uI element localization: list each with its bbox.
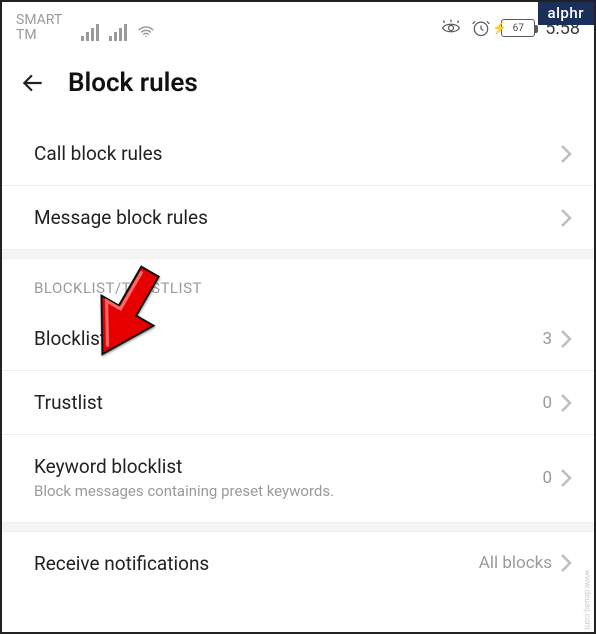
chevron-right-icon: [560, 144, 572, 164]
row-value: 3: [542, 329, 552, 349]
row-label: Keyword blocklist: [34, 455, 334, 478]
section-header-blocklist: BLOCKLIST/TRUSTLIST: [2, 259, 594, 307]
row-message-block-rules[interactable]: Message block rules: [2, 186, 594, 249]
signal-bars-2-icon: [109, 24, 127, 41]
section-gap: [2, 249, 594, 259]
battery-pct: 67: [513, 23, 524, 34]
row-sub: Block messages containing preset keyword…: [34, 482, 334, 502]
chevron-right-icon: [560, 553, 572, 573]
header: Block rules: [2, 50, 594, 122]
watermark: www.deuaq.com: [583, 570, 592, 630]
row-label: Call block rules: [34, 142, 162, 165]
status-bar: SMART TM ⚡ 67 5:58: [2, 2, 594, 50]
page-title: Block rules: [68, 68, 198, 98]
chevron-right-icon: [560, 329, 572, 349]
rules-list: Call block rules Message block rules: [2, 122, 594, 249]
bottom-list: Receive notifications All blocks: [2, 532, 594, 595]
row-blocklist[interactable]: Blocklist 3: [2, 307, 594, 371]
eye-icon: [441, 18, 461, 38]
alphr-badge: alphr: [538, 2, 594, 25]
carrier-line2: TM: [16, 28, 37, 43]
blocklist-list: Blocklist 3 Trustlist 0 Keyword blocklis…: [2, 307, 594, 522]
row-trustlist[interactable]: Trustlist 0: [2, 371, 594, 435]
row-receive-notifications[interactable]: Receive notifications All blocks: [2, 532, 594, 595]
chevron-right-icon: [560, 393, 572, 413]
carrier-line1: SMART: [16, 13, 62, 28]
section-gap: [2, 522, 594, 532]
row-value: 0: [542, 468, 552, 488]
row-label: Trustlist: [34, 391, 103, 414]
alarm-icon: [471, 18, 491, 38]
chevron-right-icon: [560, 208, 572, 228]
row-value: All blocks: [479, 553, 552, 573]
status-left: SMART TM: [16, 13, 62, 44]
back-arrow-icon[interactable]: [20, 70, 46, 96]
row-value: 0: [542, 393, 552, 413]
row-call-block-rules[interactable]: Call block rules: [2, 122, 594, 186]
signal-bars-1-icon: [81, 24, 99, 41]
row-label: Receive notifications: [34, 552, 209, 575]
wifi-icon: [137, 23, 155, 41]
battery-icon: ⚡ 67: [501, 19, 535, 37]
row-label: Blocklist: [34, 327, 106, 350]
row-keyword-blocklist[interactable]: Keyword blocklist Block messages contain…: [2, 435, 594, 522]
row-label: Message block rules: [34, 206, 208, 229]
chevron-right-icon: [560, 468, 572, 488]
